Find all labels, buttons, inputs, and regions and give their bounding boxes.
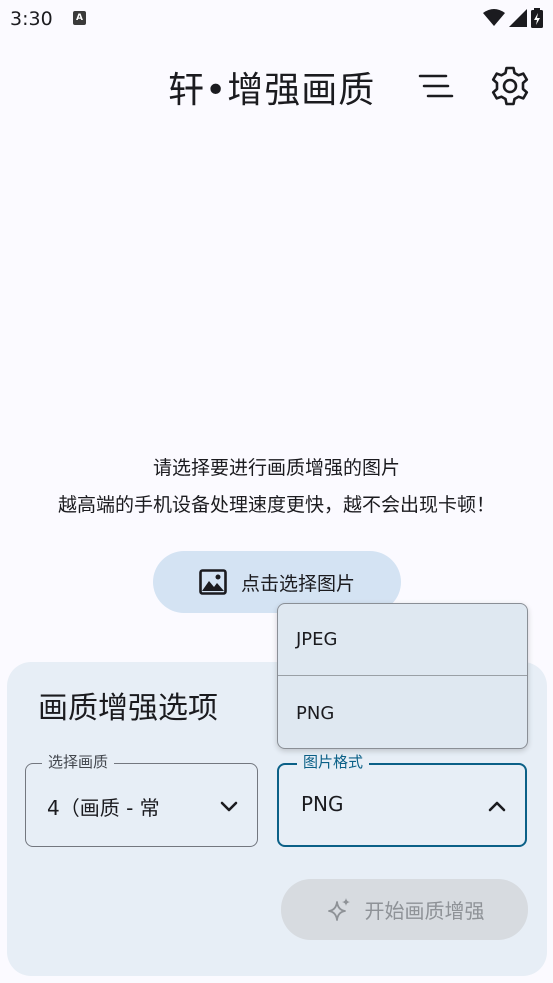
- format-option-png[interactable]: PNG: [278, 677, 527, 748]
- chevron-up-icon: [488, 801, 506, 812]
- menu-button[interactable]: [414, 66, 458, 106]
- hint-line-2: 越高端的手机设备处理速度更快，越不会出现卡顿！: [57, 494, 495, 516]
- format-select[interactable]: 图片格式 PNG: [277, 752, 527, 847]
- status-icons: [483, 8, 543, 28]
- pick-image-label: 点击选择图片: [240, 572, 355, 595]
- quality-select-value: 4（画质 - 常: [47, 796, 160, 820]
- app-title: 轩•增强画质: [168, 70, 376, 111]
- status-time: 3:30: [10, 8, 53, 30]
- wifi-icon: [483, 9, 505, 26]
- format-option-jpeg[interactable]: JPEG: [278, 604, 527, 676]
- battery-charging-icon: [531, 8, 543, 28]
- sparkle-icon: [327, 897, 350, 921]
- a-notification-icon: A: [73, 11, 86, 25]
- start-enhance-button[interactable]: 开始画质增强: [281, 879, 528, 940]
- status-bar: 3:30 A: [0, 0, 553, 38]
- chevron-down-icon: [220, 801, 238, 812]
- format-select-label: 图片格式: [297, 752, 370, 772]
- gear-icon: [491, 66, 529, 106]
- quality-select-label: 选择画质: [42, 752, 115, 772]
- signal-icon: [509, 9, 527, 27]
- image-icon: [199, 569, 227, 595]
- settings-button[interactable]: [488, 64, 532, 108]
- quality-select[interactable]: 选择画质 4（画质 - 常: [25, 752, 258, 847]
- options-title: 画质增强选项: [38, 691, 218, 726]
- format-select-value: PNG: [301, 792, 344, 816]
- start-enhance-label: 开始画质增强: [364, 899, 485, 923]
- hint-line-1: 请选择要进行画质增强的图片: [152, 457, 400, 479]
- format-dropdown-menu: JPEG PNG: [277, 603, 528, 749]
- menu-lines-icon: [418, 74, 454, 98]
